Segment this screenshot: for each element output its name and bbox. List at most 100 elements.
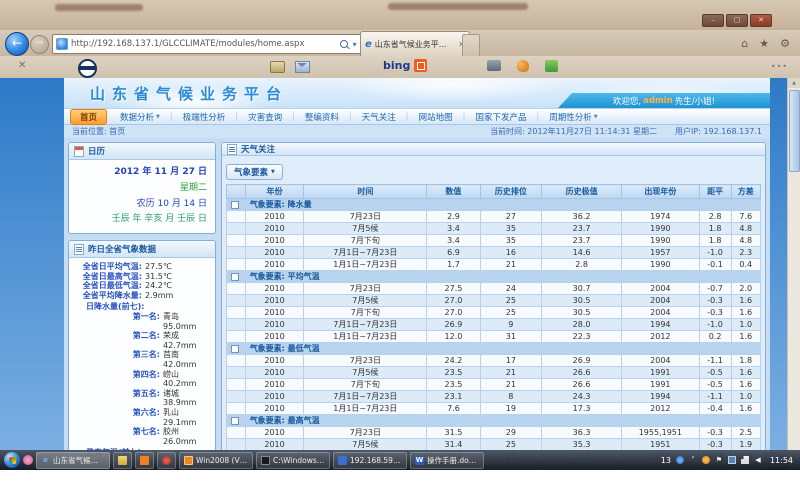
scroll-up-icon[interactable]: ▲	[788, 78, 800, 88]
taskbar-button-folder[interactable]	[113, 452, 132, 469]
chevron-down-icon[interactable]: ▾	[353, 40, 357, 49]
rank-label: 第六名:	[72, 408, 160, 427]
taskbar-button-remote[interactable]: 192.168.59.99...	[333, 452, 407, 469]
volume-icon[interactable]: ◀	[754, 456, 762, 464]
toolbar-close-icon[interactable]: ✕	[18, 60, 26, 71]
table-row[interactable]: 20107月23日27.52430.72004-0.72.0	[227, 283, 761, 295]
new-tab-button[interactable]	[462, 34, 480, 58]
section-row[interactable]: 气象要素: 最低气温	[227, 343, 761, 355]
section-checkbox[interactable]	[231, 417, 239, 425]
table-row[interactable]: 20107月23日2.92736.219742.87.6	[227, 211, 761, 223]
section-checkbox[interactable]	[231, 273, 239, 281]
nav-item-4[interactable]: 灾害查询	[239, 110, 291, 124]
nav-item-7[interactable]: 网站地图	[410, 110, 462, 124]
calendar-lunar-date: 农历 10 月 14 日	[77, 197, 207, 213]
section-checkbox[interactable]	[231, 345, 239, 353]
section-row[interactable]: 气象要素: 平均气温	[227, 271, 761, 283]
table-header-row: 年份时间数值历史排位历史极值出现年份距平方差	[227, 185, 761, 199]
table-row[interactable]: 20101月1日~7月23日7.61917.32012-0.41.6	[227, 403, 761, 415]
card-icon[interactable]	[270, 61, 285, 73]
address-bar[interactable]: http://192.168.137.1/GLCCLIMATE/modules/…	[52, 34, 398, 54]
taskbar-button-word[interactable]: W操作手册.docx ...	[410, 452, 484, 469]
forward-button[interactable]: →	[30, 35, 49, 54]
table-row[interactable]: 20101月1日~7月23日1.7212.81990-0.10.4	[227, 259, 761, 271]
nav-item-9[interactable]: 周期性分析▼	[540, 110, 606, 124]
section-checkbox[interactable]	[231, 201, 239, 209]
section-row[interactable]: 气象要素: 降水量	[227, 199, 761, 211]
bing-search-widget[interactable]: bing	[383, 59, 427, 72]
search-icon[interactable]	[340, 40, 348, 48]
minimize-icon[interactable]: –	[702, 14, 724, 27]
network-icon[interactable]	[741, 456, 749, 464]
vertical-scrollbar[interactable]: ▲ ▼	[787, 78, 800, 470]
cell: 3.4	[427, 235, 480, 247]
nav-item-6[interactable]: 天气关注	[353, 110, 405, 124]
scrollbar-thumb[interactable]	[789, 90, 800, 172]
alert-icon[interactable]	[702, 456, 710, 464]
cell: 17	[480, 355, 541, 367]
table-row[interactable]: 20107月23日24.21726.92004-1.11.8	[227, 355, 761, 367]
cell: 7.6	[731, 211, 760, 223]
clock[interactable]: 11:54	[770, 456, 793, 465]
back-button[interactable]: ←	[5, 32, 29, 56]
taskbar-button-vm[interactable]: Win2008 (VS2...	[179, 452, 253, 469]
table-row[interactable]: 20107月5候3.43523.719901.84.8	[227, 223, 761, 235]
cell: 36.3	[542, 427, 622, 439]
cell: 1月1日~7月23日	[304, 331, 427, 343]
maximize-icon[interactable]: ▢	[726, 14, 748, 27]
cell: 24.3	[542, 391, 622, 403]
cell: 23.5	[427, 379, 480, 391]
cell: 2012	[622, 331, 699, 343]
toolbar-logo-icon[interactable]	[78, 59, 97, 78]
cell: 7月23日	[304, 427, 427, 439]
taskbar-button-orange[interactable]	[135, 452, 154, 469]
table-row[interactable]: 20107月23日31.52936.31955,1951-0.32.5	[227, 427, 761, 439]
action-center-flag-icon[interactable]: ⚑	[715, 456, 723, 464]
rank-label: 第三名:	[72, 350, 160, 369]
cell: 26.9	[542, 355, 622, 367]
table-row[interactable]: 20107月5候31.42535.31951-0.31.9	[227, 439, 761, 451]
table-row[interactable]: 20107月1日~7月23日26.9928.01994-1.01.0	[227, 319, 761, 331]
browser-tab[interactable]: e 山东省气候业务平... ✕	[360, 31, 470, 57]
table-row[interactable]: 20107月1日~7月23日6.91614.61957-1.02.3	[227, 247, 761, 259]
media-icon	[162, 456, 171, 465]
start-button[interactable]	[4, 452, 20, 468]
cell: 2010	[245, 307, 304, 319]
toolbar-more-icon[interactable]: •••	[771, 62, 788, 71]
element-filter-button[interactable]: 气象要素 ▼	[226, 164, 283, 180]
section-checkbox-cell	[227, 415, 246, 427]
table-row[interactable]: 20107月下旬27.02530.52004-0.31.6	[227, 307, 761, 319]
messenger-icon[interactable]	[676, 456, 684, 464]
table-row[interactable]: 20107月5候27.02530.52004-0.31.6	[227, 295, 761, 307]
taskbar-button-media[interactable]	[157, 452, 176, 469]
mail-icon[interactable]	[295, 61, 310, 73]
nav-item-5[interactable]: 整编资料	[296, 110, 348, 124]
paw-icon[interactable]	[517, 60, 529, 72]
cell: 36.2	[542, 211, 622, 223]
bing-search-icon[interactable]	[414, 59, 427, 72]
taskbar-button-cmd[interactable]: C:\Windows\s...	[256, 452, 330, 469]
taskbar-button-ie[interactable]: e山东省气候业务平...	[36, 452, 110, 469]
nav-item-8[interactable]: 国家下发产品	[466, 110, 535, 124]
close-icon[interactable]: ✕	[750, 14, 772, 27]
row-checkbox-cell	[227, 223, 246, 235]
table-row[interactable]: 20107月下旬3.43523.719901.84.8	[227, 235, 761, 247]
nav-item-2[interactable]: 数据分析▼	[111, 110, 169, 124]
row-checkbox-cell	[227, 439, 246, 451]
display-icon[interactable]	[728, 456, 736, 464]
table-row[interactable]: 20107月1日~7月23日23.1824.31994-1.11.0	[227, 391, 761, 403]
table-row[interactable]: 20107月5候23.52126.61991-0.51.6	[227, 367, 761, 379]
tools-gear-icon[interactable]: ⚙	[780, 37, 790, 50]
favorites-star-icon[interactable]: ★	[759, 37, 769, 50]
url-text[interactable]: http://192.168.137.1/GLCCLIMATE/modules/…	[71, 39, 337, 49]
nav-item-3[interactable]: 极端性分析	[174, 110, 235, 124]
show-hidden-icons[interactable]: ˄	[689, 456, 697, 464]
nav-item-1[interactable]: 首页	[70, 109, 107, 125]
sharing-icon[interactable]	[545, 60, 558, 72]
table-row[interactable]: 20101月1日~7月23日12.03122.320120.21.6	[227, 331, 761, 343]
taskbar-pinned-icon[interactable]	[23, 455, 33, 465]
screenshot-icon[interactable]	[487, 60, 501, 71]
table-row[interactable]: 20107月下旬23.52126.61991-0.51.6	[227, 379, 761, 391]
home-icon[interactable]: ⌂	[741, 37, 748, 50]
section-row[interactable]: 气象要素: 最高气温	[227, 415, 761, 427]
